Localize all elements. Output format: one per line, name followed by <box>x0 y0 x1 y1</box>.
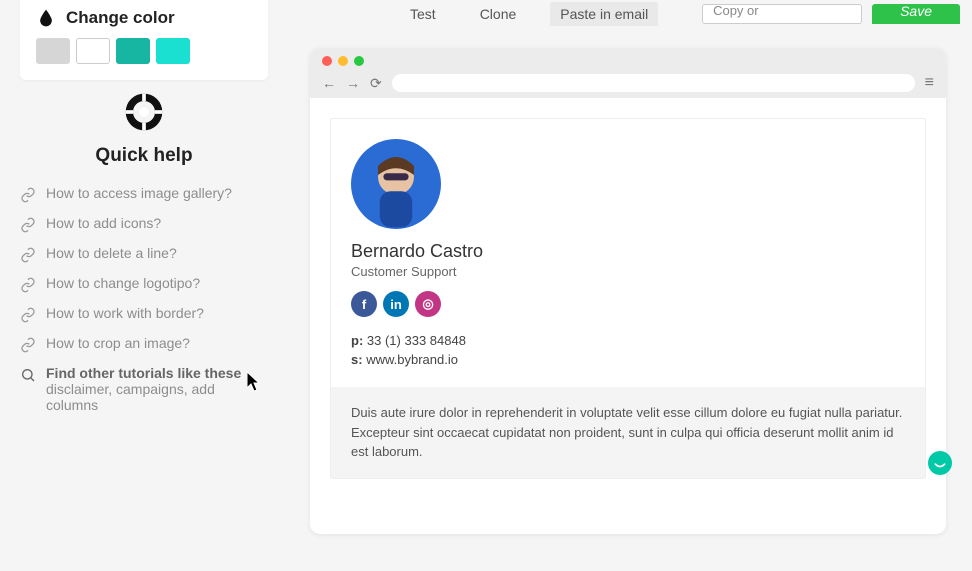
tab-test[interactable]: Test <box>400 2 446 26</box>
help-link[interactable]: How to delete a line? <box>20 239 268 269</box>
nav-back-icon[interactable]: ← <box>322 75 336 91</box>
linkedin-icon[interactable]: in <box>383 291 409 317</box>
signature-name: Bernardo Castro <box>351 241 905 262</box>
help-link[interactable]: How to add icons? <box>20 209 268 239</box>
help-search-main: Find other tutorials like these <box>46 365 241 381</box>
help-link-label: How to change logotipo? <box>46 275 200 291</box>
nav-reload-icon[interactable]: ⟳ <box>370 75 382 92</box>
nav-forward-icon[interactable]: → <box>346 75 360 91</box>
facebook-icon[interactable]: f <box>351 291 377 317</box>
quick-help-title: Quick help <box>20 145 268 167</box>
color-swatch-4[interactable] <box>156 38 190 64</box>
tab-clone[interactable]: Clone <box>470 2 527 26</box>
tab-paste-in-email[interactable]: Paste in email <box>550 2 658 26</box>
change-color-title: Change color <box>66 8 175 28</box>
save-button[interactable]: Save <box>872 4 960 24</box>
help-link[interactable]: How to work with border? <box>20 299 268 329</box>
copy-dropdown[interactable]: Copy or <box>702 4 862 24</box>
color-swatch-3[interactable] <box>116 38 150 64</box>
window-close-dot[interactable] <box>322 56 332 66</box>
url-bar[interactable] <box>392 74 915 92</box>
instagram-icon[interactable]: ◎ <box>415 291 441 317</box>
help-link-label: How to add icons? <box>46 215 161 231</box>
help-link-label: How to crop an image? <box>46 335 190 351</box>
chat-fab[interactable] <box>928 451 952 475</box>
lifesaver-icon <box>122 90 166 134</box>
help-link-label: How to delete a line? <box>46 245 177 261</box>
phone-line: p: 33 (1) 333 84848 <box>351 333 905 348</box>
quick-help-panel: Quick help How to access image gallery? … <box>20 84 268 419</box>
help-link-label: How to work with border? <box>46 305 204 321</box>
hamburger-icon[interactable]: ≡ <box>925 74 934 92</box>
change-color-panel: Change color <box>20 0 268 80</box>
signature-card: Bernardo Castro Customer Support f in ◎ … <box>330 118 926 479</box>
help-search-link[interactable]: Find other tutorials like these disclaim… <box>20 359 268 419</box>
help-search-sub: disclaimer, campaigns, add columns <box>46 381 268 413</box>
editor-tabs: Test Clone Paste in email <box>400 2 658 26</box>
avatar <box>351 139 441 229</box>
help-link[interactable]: How to crop an image? <box>20 329 268 359</box>
email-preview-window: ← → ⟳ ≡ Bernardo Castro Custome <box>310 48 946 534</box>
window-max-dot[interactable] <box>354 56 364 66</box>
color-swatch-2[interactable] <box>76 38 110 64</box>
signature-disclaimer: Duis aute irure dolor in reprehenderit i… <box>331 387 925 478</box>
help-link[interactable]: How to change logotipo? <box>20 269 268 299</box>
drop-icon <box>36 8 56 28</box>
help-link[interactable]: How to access image gallery? <box>20 179 268 209</box>
signature-role: Customer Support <box>351 264 905 279</box>
help-link-label: How to access image gallery? <box>46 185 232 201</box>
window-min-dot[interactable] <box>338 56 348 66</box>
site-line: s: www.bybrand.io <box>351 352 905 367</box>
color-swatch-1[interactable] <box>36 38 70 64</box>
